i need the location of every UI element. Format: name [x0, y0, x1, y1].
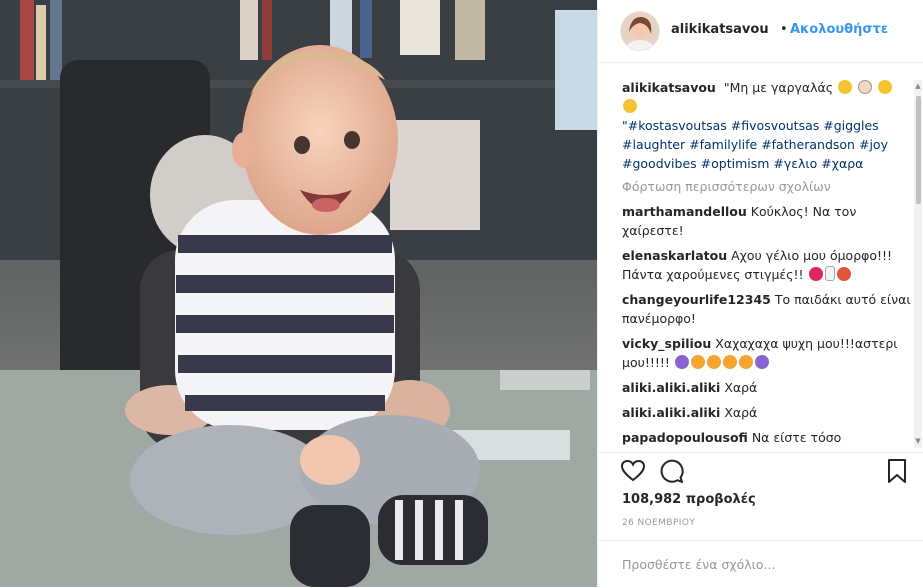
caption-username[interactable]: alikikatsavou [622, 80, 716, 95]
purple-heart-emoji [674, 355, 689, 369]
list-item: aliki.aliki.aliki Χαρά [622, 378, 912, 397]
heart-eyes-emoji [706, 355, 721, 369]
hashtag[interactable]: #joy [859, 137, 888, 152]
video-frame-image [0, 0, 597, 587]
comment-username[interactable]: vicky_spiliou [622, 336, 711, 351]
header-separator: • [780, 22, 788, 37]
post-side-panel: alikikatsavou • Ακολουθήστε alikikatsavo… [597, 0, 923, 587]
avatar-image [621, 12, 659, 50]
hashtag[interactable]: #optimism [701, 156, 770, 171]
comments-scrollbar-thumb[interactable] [916, 96, 921, 204]
heart-eyes-emoji [738, 355, 753, 369]
list-item: elenaskarlatou Αχου γέλιο μου όμορφο!!! Π… [622, 246, 912, 284]
rolling-laughing-emoji [838, 80, 853, 94]
hashtag[interactable]: #γελιο [773, 156, 817, 171]
baby-bottle-emoji [824, 266, 835, 281]
tears-of-joy-emoji [623, 99, 637, 113]
comment-username[interactable]: papadopoulousofi [622, 430, 748, 445]
post-header: alikikatsavou • Ακολουθήστε [598, 0, 923, 63]
hashtag[interactable]: #familylife [689, 137, 757, 152]
comment-username[interactable]: changeyourlife12345 [622, 292, 771, 307]
comments-list[interactable]: alikikatsavou "Μη με γαργαλάς "#kostasvo… [622, 78, 912, 450]
view-count[interactable]: 108,982 προβολές [622, 492, 756, 507]
hashtag[interactable]: #fatherandson [761, 137, 855, 152]
list-item: papadopoulousofiΝα είστε τόσο χαρούμενοι… [622, 428, 912, 450]
avatar[interactable] [620, 11, 660, 51]
hashtag[interactable]: #goodvibes [622, 156, 697, 171]
baby-emoji [858, 80, 873, 94]
header-username[interactable]: alikikatsavou [671, 22, 769, 37]
kissing-face-emoji [690, 355, 705, 369]
comment-text: Χαρά [724, 380, 758, 395]
comment-username[interactable]: aliki.aliki.aliki [622, 380, 720, 395]
list-item: vicky_spiliou Χαχαχαχα ψυχη μου!!!αστερι … [622, 334, 912, 372]
load-more-comments-button[interactable]: Φόρτωση περισσότερων σχολίων [622, 179, 912, 194]
balloon-emoji [836, 267, 851, 281]
bookmark-icon[interactable] [884, 458, 910, 484]
list-item: changeyourlife12345 Το παιδάκι αυτό είναι… [622, 290, 912, 328]
instagram-post: alikikatsavou • Ακολουθήστε alikikatsavo… [0, 0, 923, 587]
hashtag[interactable]: #χαρα [821, 156, 863, 171]
post-video[interactable] [0, 0, 597, 587]
comment-username[interactable]: elenaskarlatou [622, 248, 727, 263]
actions-divider [598, 452, 923, 453]
comment-username[interactable]: aliki.aliki.aliki [622, 405, 720, 420]
hashtag[interactable]: #giggles [823, 118, 878, 133]
heart-emoji [808, 267, 823, 281]
scroll-up-arrow-icon[interactable]: ▲ [915, 83, 921, 90]
list-item: marthamandellou Κούκλος! Να τον χαίρεστε! [622, 202, 912, 240]
caption-text: "Μη με γαργαλάς [723, 80, 834, 95]
list-item: aliki.aliki.aliki Χαρά [622, 403, 912, 422]
add-comment-input[interactable] [622, 554, 902, 574]
follow-button[interactable]: Ακολουθήστε [790, 22, 888, 37]
comment-bubble-icon[interactable] [658, 458, 684, 484]
hashtag[interactable]: #fivosvoutsas [731, 118, 819, 133]
purple-heart-emoji [754, 355, 769, 369]
post-date[interactable]: 26 ΝΟΕΜΒΡΙΟΥ [622, 518, 695, 528]
comment-text: Χαρά [724, 405, 758, 420]
kissing-face-emoji [722, 355, 737, 369]
hashtag[interactable]: #kostasvoutsas [628, 118, 727, 133]
scroll-down-arrow-icon[interactable]: ▼ [915, 438, 921, 445]
comment-username[interactable]: marthamandellou [622, 204, 747, 219]
hashtag[interactable]: #laughter [622, 137, 685, 152]
caption: alikikatsavou "Μη με γαργαλάς "#kostasvo… [622, 78, 912, 173]
like-heart-icon[interactable] [620, 458, 646, 484]
persevering-face-emoji [878, 80, 893, 94]
